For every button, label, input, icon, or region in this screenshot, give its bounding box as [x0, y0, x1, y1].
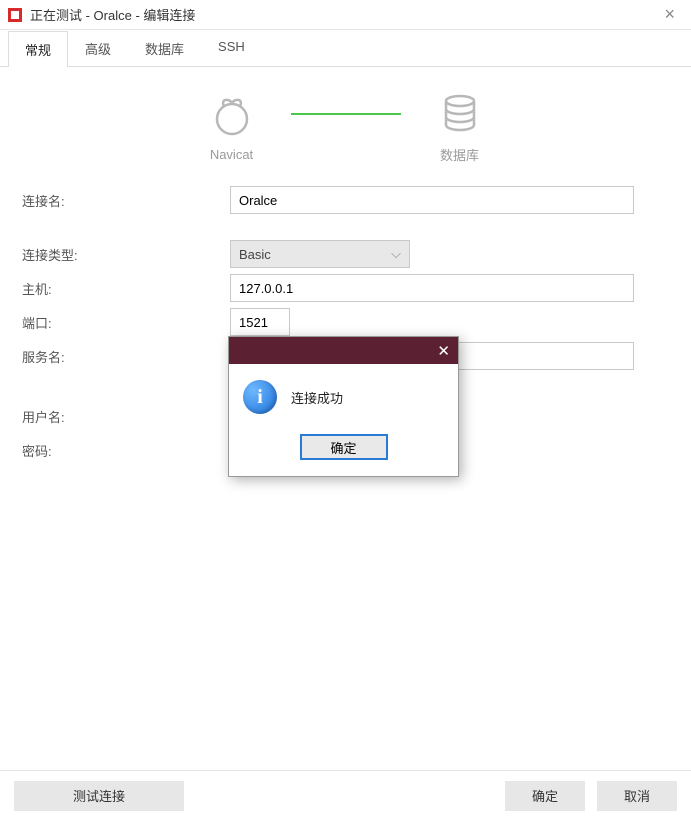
dialog-message: 连接成功 [291, 388, 343, 407]
window-title: 正在测试 - Oralce - 编辑连接 [30, 5, 195, 24]
database-node: 数据库 [415, 91, 505, 164]
navicat-icon [210, 93, 254, 137]
row-port: 端口: [20, 306, 671, 338]
database-label: 数据库 [440, 145, 479, 164]
app-icon [8, 8, 22, 22]
dialog-titlebar: ✕ [229, 337, 458, 364]
dialog-close-icon[interactable]: ✕ [437, 342, 450, 360]
host-input[interactable] [230, 274, 634, 302]
dialog-ok-button[interactable]: 确定 [300, 434, 388, 460]
conn-name-input[interactable] [230, 186, 634, 214]
dialog-footer: 确定 [229, 424, 458, 476]
host-label: 主机: [20, 279, 230, 298]
port-input[interactable] [230, 308, 290, 336]
tab-bar: 常规 高级 数据库 SSH [0, 30, 691, 67]
dialog-body: i 连接成功 [229, 364, 458, 424]
cancel-button[interactable]: 取消 [597, 781, 677, 811]
password-label: 密码: [20, 441, 230, 460]
tab-database[interactable]: 数据库 [128, 30, 201, 66]
navicat-node: Navicat [187, 93, 277, 162]
connection-visual: Navicat 数据库 [20, 91, 671, 164]
tab-advanced[interactable]: 高级 [68, 30, 128, 66]
conn-name-label: 连接名: [20, 191, 230, 210]
conn-type-select[interactable]: Basic ⌵ [230, 240, 410, 268]
row-conn-name: 连接名: [20, 184, 671, 216]
conn-type-label: 连接类型: [20, 245, 230, 264]
conn-type-value: Basic [239, 247, 271, 262]
test-connection-button[interactable]: 测试连接 [14, 781, 184, 811]
close-icon[interactable]: × [656, 4, 683, 25]
user-label: 用户名: [20, 407, 230, 426]
service-label: 服务名: [20, 347, 230, 366]
tab-general[interactable]: 常规 [8, 31, 68, 67]
row-conn-type: 连接类型: Basic ⌵ [20, 238, 671, 270]
info-icon: i [243, 380, 277, 414]
port-label: 端口: [20, 313, 230, 332]
tab-ssh[interactable]: SSH [201, 30, 262, 66]
footer: 测试连接 确定 取消 [0, 770, 691, 820]
success-dialog: ✕ i 连接成功 确定 [228, 336, 459, 477]
navicat-label: Navicat [210, 147, 253, 162]
row-host: 主机: [20, 272, 671, 304]
connection-line [291, 113, 401, 115]
database-icon [438, 91, 482, 135]
ok-button[interactable]: 确定 [505, 781, 585, 811]
titlebar: 正在测试 - Oralce - 编辑连接 × [0, 0, 691, 30]
chevron-down-icon: ⌵ [391, 246, 401, 262]
